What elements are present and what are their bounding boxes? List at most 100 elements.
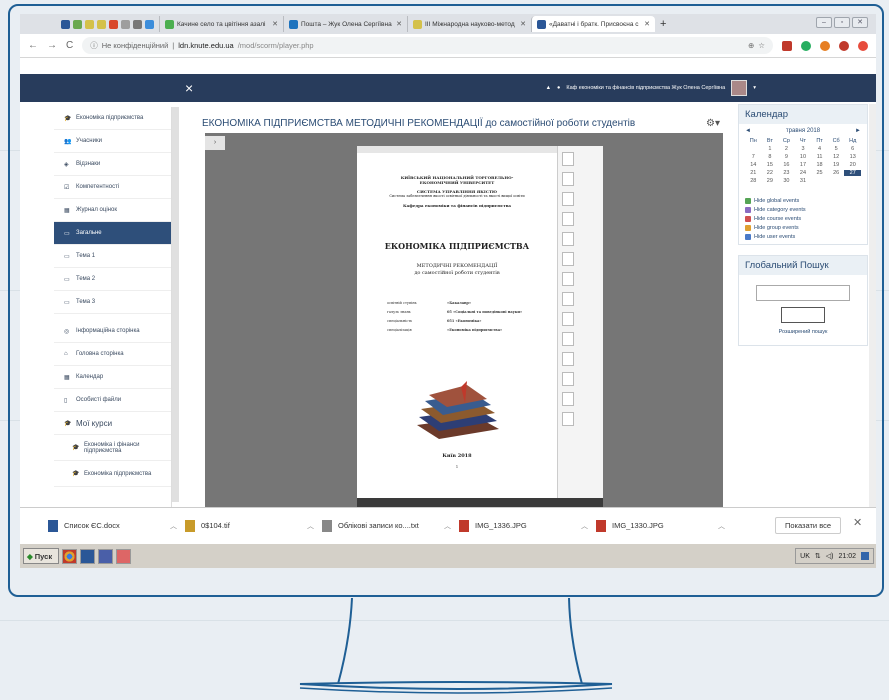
- sidebar-item[interactable]: ▭ Тема 2: [54, 268, 171, 291]
- close-tab-icon[interactable]: ✕: [520, 20, 526, 28]
- sidebar-item[interactable]: ▭ Загальне: [54, 222, 171, 245]
- bookmark-star-icon[interactable]: ☆: [758, 41, 765, 50]
- calendar-day[interactable]: 21: [745, 170, 762, 176]
- user-menu[interactable]: ▲ ● Каф економіки та фінансів підприємст…: [546, 80, 756, 96]
- calendar-day[interactable]: 1: [762, 146, 779, 152]
- sidebar-item[interactable]: 🎓 Мої курси: [54, 412, 171, 435]
- forward-icon[interactable]: →: [47, 40, 57, 51]
- sidebar-item[interactable]: 🎓 Економіка підприємства: [54, 107, 171, 130]
- pdf-icon[interactable]: [116, 548, 131, 564]
- next-month-button[interactable]: ►: [855, 128, 861, 134]
- page-thumbnails[interactable]: [557, 146, 603, 498]
- calendar-day[interactable]: 27: [844, 170, 861, 176]
- word-icon[interactable]: [80, 548, 95, 564]
- sidebar-item[interactable]: 🎓 Економіка підприємства: [54, 461, 171, 487]
- close-window-button[interactable]: ✕: [852, 17, 868, 28]
- sidebar-scrollbar[interactable]: [172, 107, 179, 502]
- chrome-icon[interactable]: [62, 548, 77, 564]
- calendar-day[interactable]: 12: [828, 154, 845, 160]
- download-item[interactable]: Облікові записи ко....txt ︿: [322, 519, 459, 532]
- sidebar-item[interactable]: ▭ Тема 3: [54, 291, 171, 314]
- sidebar-item[interactable]: 🎓 Економіка і фінанси підприємства: [54, 435, 171, 461]
- download-item[interactable]: IMG_1330.JPG ︿: [596, 519, 733, 532]
- event-filter[interactable]: Hide user events: [745, 234, 861, 240]
- download-item[interactable]: IMG_1336.JPG ︿: [459, 519, 596, 532]
- sidebar-item[interactable]: ▦ Календар: [54, 366, 171, 389]
- language-indicator[interactable]: UK: [800, 553, 810, 560]
- calendar-day[interactable]: 2: [778, 146, 795, 152]
- calendar-day[interactable]: 18: [811, 162, 828, 168]
- sidebar-item[interactable]: ◈ Відзнаки: [54, 153, 171, 176]
- advanced-search-link[interactable]: Розширений пошук: [745, 329, 861, 335]
- chat-icon[interactable]: ●: [557, 85, 560, 91]
- save-icon[interactable]: [98, 548, 113, 564]
- zoom-icon[interactable]: ⊕: [748, 41, 754, 50]
- close-icon[interactable]: ✕: [853, 516, 862, 529]
- extension-icon[interactable]: [858, 40, 868, 51]
- extension-icon[interactable]: [839, 40, 849, 51]
- toc-toggle-button[interactable]: ›: [205, 136, 225, 150]
- calendar-day[interactable]: 26: [828, 170, 845, 176]
- close-drawer-icon[interactable]: ×: [185, 80, 193, 96]
- close-tab-icon[interactable]: ✕: [396, 20, 402, 28]
- event-filter[interactable]: Hide course events: [745, 216, 861, 222]
- calendar-day[interactable]: 5: [828, 146, 845, 152]
- volume-icon[interactable]: ◁): [826, 552, 834, 560]
- event-filter[interactable]: Hide group events: [745, 225, 861, 231]
- maximize-button[interactable]: ▫: [834, 17, 850, 28]
- extension-icon[interactable]: [820, 40, 830, 51]
- calendar-day[interactable]: 3: [795, 146, 812, 152]
- event-filter[interactable]: Hide global events: [745, 198, 861, 204]
- gear-icon[interactable]: ⚙▾: [706, 118, 720, 129]
- extension-icon[interactable]: [782, 40, 792, 51]
- calendar-day[interactable]: 4: [811, 146, 828, 152]
- calendar-day[interactable]: 14: [745, 162, 762, 168]
- sidebar-item[interactable]: ☑ Компетентності: [54, 176, 171, 199]
- calendar-day[interactable]: 8: [762, 154, 779, 160]
- calendar-day[interactable]: 15: [762, 162, 779, 168]
- calendar-day[interactable]: 7: [745, 154, 762, 160]
- url-field[interactable]: ⓘ Не конфіденційний | ldn.knute.edu.ua/m…: [82, 37, 773, 54]
- calendar-day[interactable]: 9: [778, 154, 795, 160]
- page-scrollbar[interactable]: [869, 104, 876, 507]
- prev-month-button[interactable]: ◄: [745, 128, 751, 134]
- new-tab-button[interactable]: +: [655, 16, 671, 32]
- tab-document[interactable]: «Даватні і братк. Присвоєна с ✕: [531, 16, 655, 32]
- calendar-day[interactable]: 20: [844, 162, 861, 168]
- reload-icon[interactable]: C: [66, 40, 73, 51]
- calendar-day[interactable]: 10: [795, 154, 812, 160]
- sidebar-item[interactable]: 👥 Учасники: [54, 130, 171, 153]
- extension-icon[interactable]: [801, 40, 811, 51]
- close-tab-icon[interactable]: ✕: [272, 20, 278, 28]
- calendar-day[interactable]: 24: [795, 170, 812, 176]
- calendar-day[interactable]: 6: [844, 146, 861, 152]
- sidebar-item[interactable]: ⌂ Головна сторінка: [54, 343, 171, 366]
- download-item[interactable]: Список ЄС.docx ︿: [48, 519, 185, 532]
- calendar-day[interactable]: 13: [844, 154, 861, 160]
- show-all-button[interactable]: Показати все: [775, 517, 841, 534]
- minimize-button[interactable]: –: [816, 17, 832, 28]
- close-tab-icon[interactable]: ✕: [644, 20, 650, 28]
- event-filter[interactable]: Hide category events: [745, 207, 861, 213]
- calendar-day[interactable]: 30: [778, 178, 795, 184]
- tab-conference[interactable]: III Міжнародна науково-метод ✕: [407, 16, 531, 32]
- calendar-day[interactable]: 17: [795, 162, 812, 168]
- calendar-day[interactable]: 28: [745, 178, 762, 184]
- start-button[interactable]: ◆ Пуск: [23, 548, 59, 564]
- tab-mail[interactable]: Пошта – Жук Олена Сергіївна ✕: [283, 16, 407, 32]
- calendar-day[interactable]: 11: [811, 154, 828, 160]
- sidebar-item[interactable]: ▭ Тема 1: [54, 245, 171, 268]
- calendar-day[interactable]: 23: [778, 170, 795, 176]
- calendar-day[interactable]: 22: [762, 170, 779, 176]
- calendar-day[interactable]: 16: [778, 162, 795, 168]
- back-icon[interactable]: ←: [28, 40, 38, 51]
- calendar-day[interactable]: 31: [795, 178, 812, 184]
- calendar-day[interactable]: 25: [811, 170, 828, 176]
- sidebar-item[interactable]: ▦ Журнал оцінок: [54, 199, 171, 222]
- search-button[interactable]: [781, 307, 825, 323]
- search-input[interactable]: [756, 285, 850, 301]
- calendar-day[interactable]: 19: [828, 162, 845, 168]
- sidebar-item[interactable]: ▯ Особисті файли: [54, 389, 171, 412]
- sidebar-item[interactable]: ◎ Інформаційна сторінка: [54, 320, 171, 343]
- chevron-up-icon[interactable]: ︿: [444, 521, 451, 531]
